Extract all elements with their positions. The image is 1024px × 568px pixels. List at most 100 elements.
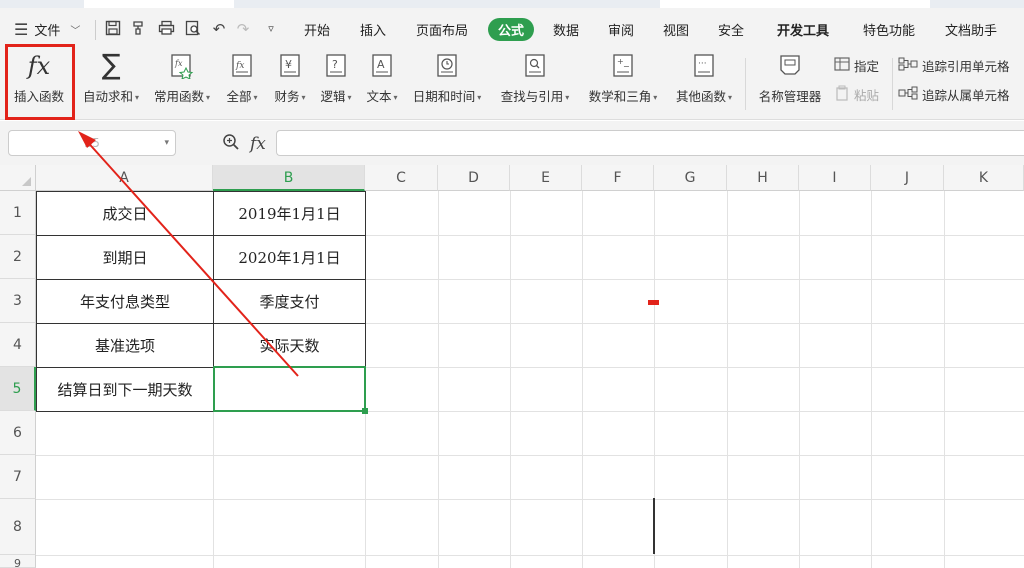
column-header-e[interactable]: E	[510, 165, 582, 191]
row-header-1[interactable]: 1	[0, 191, 36, 235]
column-header-f[interactable]: F	[582, 165, 654, 191]
svg-text:?: ?	[332, 58, 338, 71]
active-cell-border	[213, 366, 366, 412]
tab-insert[interactable]: 插入	[360, 20, 386, 39]
tab-view[interactable]: 视图	[663, 20, 689, 39]
formula-ribbon: fx 插入函数 ∑ 自动求和 ▾ fx 常用函数 ▾ fx 全部 ▾ ¥ 财务 ▾ ? …	[0, 48, 1024, 120]
paste-label: 粘贴	[854, 88, 880, 103]
cell-a4[interactable]: 基准选项	[36, 323, 214, 368]
row-header-4[interactable]: 4	[0, 323, 36, 367]
column-header-b[interactable]: B	[213, 165, 365, 191]
tab-home[interactable]: 开始	[304, 20, 330, 39]
row-header-5[interactable]: 5	[0, 367, 36, 411]
paste-name-button[interactable]: 粘贴	[834, 85, 879, 104]
cell-a2[interactable]: 到期日	[36, 235, 214, 280]
row-header-8[interactable]: 8	[0, 499, 36, 555]
column-header-c[interactable]: C	[365, 165, 438, 191]
cell-a3[interactable]: 年支付息类型	[36, 279, 214, 324]
svg-text:A: A	[377, 58, 385, 71]
tab-developer[interactable]: 开发工具	[777, 20, 829, 39]
row-header-9[interactable]: 9	[0, 555, 36, 568]
autosum-button[interactable]: ∑ 自动求和 ▾	[76, 48, 146, 120]
caret-down-icon: ▾	[253, 93, 258, 102]
caret-down-icon: ▾	[393, 93, 398, 102]
name-box-value: B5	[84, 136, 100, 150]
ribbon-divider	[892, 58, 893, 110]
all-functions-button[interactable]: fx 全部 ▾	[220, 50, 264, 120]
cell-b2[interactable]: 2020年1月1日	[213, 235, 366, 280]
file-menu-label: 文件	[34, 24, 61, 39]
datetime-button[interactable]: 日期和时间 ▾	[406, 50, 488, 120]
column-header-a[interactable]: A	[36, 165, 213, 191]
undo-icon[interactable]: ↶	[210, 20, 228, 38]
redo-icon[interactable]: ↷	[234, 20, 252, 38]
gridline	[944, 191, 945, 568]
chevron-down-icon: ﹀	[70, 26, 81, 37]
caret-down-icon: ▾	[347, 93, 352, 102]
formula-input[interactable]	[276, 130, 1024, 156]
column-header-d[interactable]: D	[438, 165, 510, 191]
trace-dependents-button[interactable]: 追踪从属单元格	[898, 85, 1010, 104]
name-manager-button[interactable]: 名称管理器	[752, 50, 828, 120]
print-icon[interactable]	[157, 20, 175, 38]
financial-button[interactable]: ¥ 财务 ▾	[268, 50, 312, 120]
lookup-button[interactable]: 查找与引用 ▾	[494, 50, 576, 120]
tab-segment	[84, 0, 234, 8]
other-functions-button[interactable]: ··· 其他函数 ▾	[668, 50, 740, 120]
row-header-6[interactable]: 6	[0, 411, 36, 455]
cell-a1[interactable]: 成交日	[36, 191, 214, 236]
gridline	[799, 191, 800, 568]
math-trig-button[interactable]: + − 数学和三角 ▾	[582, 50, 664, 120]
column-header-k[interactable]: K	[944, 165, 1024, 191]
save-icon[interactable]	[104, 20, 122, 38]
tab-security[interactable]: 安全	[718, 20, 744, 39]
fill-handle[interactable]	[362, 408, 368, 414]
formula-bar: B5 ▾ fx	[0, 121, 1024, 165]
common-functions-button[interactable]: fx 常用函数 ▾	[150, 50, 214, 120]
row-header-3[interactable]: 3	[0, 279, 36, 323]
function-book-icon: fx	[230, 53, 254, 83]
gridline	[36, 499, 1024, 500]
name-box[interactable]: B5 ▾	[8, 130, 176, 156]
print-preview-icon[interactable]	[184, 20, 202, 38]
tab-page-layout[interactable]: 页面布局	[416, 20, 468, 39]
trace-precedents-button[interactable]: 追踪引用单元格	[898, 56, 1010, 75]
column-header-j[interactable]: J	[871, 165, 944, 191]
tab-review[interactable]: 审阅	[608, 20, 634, 39]
customize-toolbar-icon[interactable]: ▿	[262, 20, 280, 38]
financial-label: 财务	[274, 89, 300, 104]
name-manager-label: 名称管理器	[758, 89, 822, 104]
caret-down-icon: ▾	[565, 93, 570, 102]
all-label: 全部	[226, 89, 252, 104]
column-header-h[interactable]: H	[727, 165, 799, 191]
select-all-corner[interactable]	[0, 165, 36, 191]
row-header-7[interactable]: 7	[0, 455, 36, 499]
format-painter-icon[interactable]	[130, 20, 148, 38]
text-book-icon: A	[370, 53, 394, 83]
define-name-button[interactable]: 指定	[834, 56, 879, 75]
tab-data[interactable]: 数据	[553, 20, 579, 39]
table-icon	[834, 57, 850, 74]
menu-bar: ☰ 文件 ﹀ ↶ ↷ ▿ 开始 插入 页面布局 公式 数据 审阅 视图 安全 开…	[0, 8, 1024, 50]
gridline	[36, 555, 1024, 556]
tab-special-features[interactable]: 特色功能	[863, 20, 915, 39]
column-header-i[interactable]: I	[799, 165, 871, 191]
column-header-g[interactable]: G	[654, 165, 727, 191]
cell-b3[interactable]: 季度支付	[213, 279, 366, 324]
cell-a5[interactable]: 结算日到下一期天数	[36, 367, 214, 412]
trace-precedents-label: 追踪引用单元格	[922, 59, 1010, 74]
logical-button[interactable]: ? 逻辑 ▾	[314, 50, 358, 120]
text-functions-button[interactable]: A 文本 ▾	[360, 50, 404, 120]
cell-b4[interactable]: 实际天数	[213, 323, 366, 368]
row-header-2[interactable]: 2	[0, 235, 36, 279]
cell-b1[interactable]: 2019年1月1日	[213, 191, 366, 236]
paste-icon	[834, 85, 850, 104]
insert-function-fx-icon[interactable]: fx	[250, 134, 266, 154]
clock-book-icon	[435, 53, 459, 83]
zoom-formula-icon[interactable]	[222, 133, 240, 155]
text-label: 文本	[366, 89, 392, 104]
file-menu[interactable]: ☰ 文件 ﹀	[14, 20, 80, 39]
tab-doc-assistant[interactable]: 文档助手	[945, 20, 997, 39]
svg-text:fx: fx	[174, 59, 183, 68]
tab-formulas[interactable]: 公式	[488, 18, 535, 41]
